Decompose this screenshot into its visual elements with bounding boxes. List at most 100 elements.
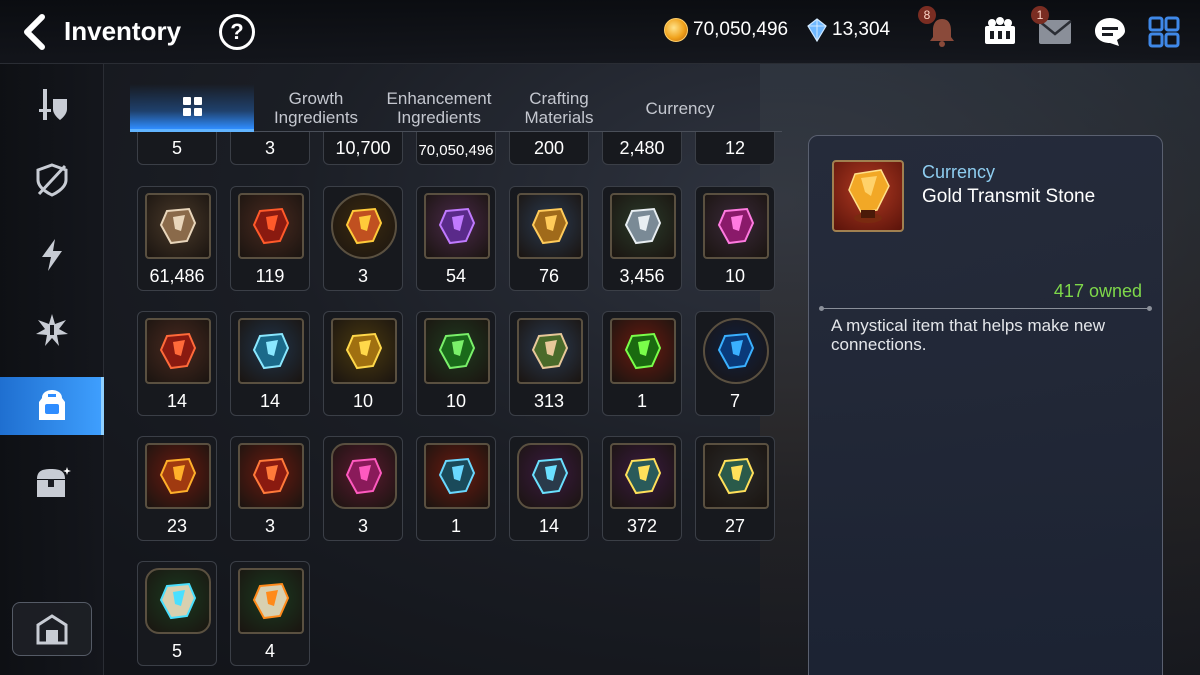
inventory-slot[interactable]: 1 (602, 311, 682, 416)
shield-icon (36, 163, 68, 197)
gold-transmit-stone-icon (145, 443, 211, 509)
chat-button[interactable] (1090, 12, 1130, 52)
inventory-slot[interactable]: 1 (416, 436, 496, 541)
item-count: 5 (171, 641, 182, 661)
inventory-slot[interactable]: 12 (695, 132, 775, 165)
inventory-slot[interactable]: 70,050,496 (416, 132, 496, 165)
menu-button[interactable] (1144, 12, 1184, 52)
inventory-slot[interactable]: 5 (137, 561, 217, 666)
inventory-slot[interactable]: 10 (323, 311, 403, 416)
inventory-slot[interactable]: 119 (230, 186, 310, 291)
item-count: 10 (352, 391, 374, 411)
item-count: 119 (255, 266, 285, 286)
inventory-slot[interactable]: 5 (137, 132, 217, 165)
inventory-slot[interactable]: 200 (509, 132, 589, 165)
detail-item-image (832, 160, 904, 232)
item-count: 7 (729, 391, 740, 411)
inventory-slot[interactable]: 372 (602, 436, 682, 541)
inventory-slot[interactable]: 3 (323, 186, 403, 291)
party-icon (985, 17, 1015, 44)
inventory-slot[interactable]: 54 (416, 186, 496, 291)
flame-leaf-icon (238, 193, 304, 259)
tab-enhancement-ingredients[interactable]: Enhancement Ingredients (380, 84, 498, 132)
tab-all[interactable] (130, 84, 254, 132)
potion-icon (331, 443, 397, 509)
item-count: 1 (636, 391, 647, 411)
item-count: 61,486 (149, 266, 205, 286)
item-detail-panel: Currency Gold Transmit Stone 417 owned A… (808, 135, 1163, 675)
item-count: 3 (357, 266, 368, 286)
inventory-slot[interactable]: 3 (323, 436, 403, 541)
inventory-slot[interactable]: 3 (230, 436, 310, 541)
item-count: 313 (533, 391, 565, 411)
storage-button[interactable] (12, 602, 92, 656)
sidebar (0, 64, 104, 675)
item-count: 4 (264, 641, 275, 661)
inventory-slot[interactable]: 3,456 (602, 186, 682, 291)
sidebar-item-artifacts[interactable] (0, 301, 104, 359)
fire-rune-icon (145, 318, 211, 384)
artifact-icon (36, 314, 68, 346)
ice-rune-icon (238, 318, 304, 384)
teal-transmit-stone-icon (703, 443, 769, 509)
item-count: 12 (724, 138, 746, 158)
grid-icon (182, 97, 202, 116)
item-count: 14 (538, 516, 560, 536)
inventory-slot[interactable]: 3 (230, 132, 310, 165)
item-count: 3 (357, 516, 368, 536)
item-count: 10 (724, 266, 746, 286)
feather-plant-icon (517, 318, 583, 384)
crystal-icon (807, 18, 827, 42)
green-orb-icon (610, 318, 676, 384)
tab-growth-ingredients[interactable]: Growth Ingredients (260, 84, 372, 132)
inventory-slot[interactable]: 2,480 (602, 132, 682, 165)
white-transmit-stone-icon (238, 568, 304, 634)
sidebar-item-inventory[interactable] (0, 377, 104, 435)
inventory-slot[interactable]: 313 (509, 311, 589, 416)
inventory-slot[interactable]: 10,700 (323, 132, 403, 165)
sidebar-item-defense[interactable] (0, 151, 104, 209)
inventory-slot[interactable]: 14 (509, 436, 589, 541)
chat-icon (1095, 18, 1125, 46)
item-count: 200 (533, 138, 565, 158)
inventory-slot[interactable]: 7 (695, 311, 775, 416)
page-title: Inventory (64, 16, 182, 46)
inventory-slot[interactable]: 4 (230, 561, 310, 666)
gold-coin-icon (664, 18, 688, 42)
back-button[interactable] (14, 12, 54, 52)
sidebar-item-chests[interactable] (0, 454, 104, 512)
item-count: 70,050,496 (418, 142, 494, 159)
gold-amount: 70,050,496 (693, 19, 789, 40)
mail-badge: 1 (1031, 6, 1049, 24)
sidebar-item-skills[interactable] (0, 226, 104, 284)
item-count: 23 (166, 516, 188, 536)
item-count: 10 (445, 391, 467, 411)
hammer-stone-icon (424, 443, 490, 509)
inventory-slot[interactable]: 23 (137, 436, 217, 541)
inventory-slot[interactable]: 61,486 (137, 186, 217, 291)
notification-button[interactable]: 8 (918, 6, 962, 52)
inventory-slot[interactable]: 14 (137, 311, 217, 416)
crystal-currency[interactable]: 13,304 (807, 18, 890, 42)
notification-badge: 8 (918, 6, 936, 24)
detail-category: Currency (922, 162, 996, 182)
tab-currency[interactable]: Currency (622, 84, 738, 132)
detail-owned-count: 417 owned (1053, 281, 1142, 301)
inventory-slot[interactable]: 14 (230, 311, 310, 416)
gold-currency[interactable]: 70,050,496 (664, 18, 788, 42)
gold-flower-icon (517, 193, 583, 259)
inventory-slot[interactable]: 10 (416, 311, 496, 416)
sidebar-item-equipment[interactable] (0, 76, 104, 134)
fox-mascot-icon (331, 193, 397, 259)
backpack-icon (39, 390, 65, 420)
tab-crafting-materials[interactable]: Crafting Materials (508, 84, 610, 132)
party-button[interactable] (980, 12, 1020, 52)
inventory-slot[interactable]: 27 (695, 436, 775, 541)
inventory-slot[interactable]: 76 (509, 186, 589, 291)
inventory-slot[interactable]: 10 (695, 186, 775, 291)
item-count: 10,700 (335, 138, 391, 158)
help-button[interactable]: ? (219, 14, 255, 50)
item-count: 5 (171, 138, 182, 158)
item-count: 1 (450, 516, 461, 536)
mail-button[interactable]: 1 (1031, 6, 1075, 52)
